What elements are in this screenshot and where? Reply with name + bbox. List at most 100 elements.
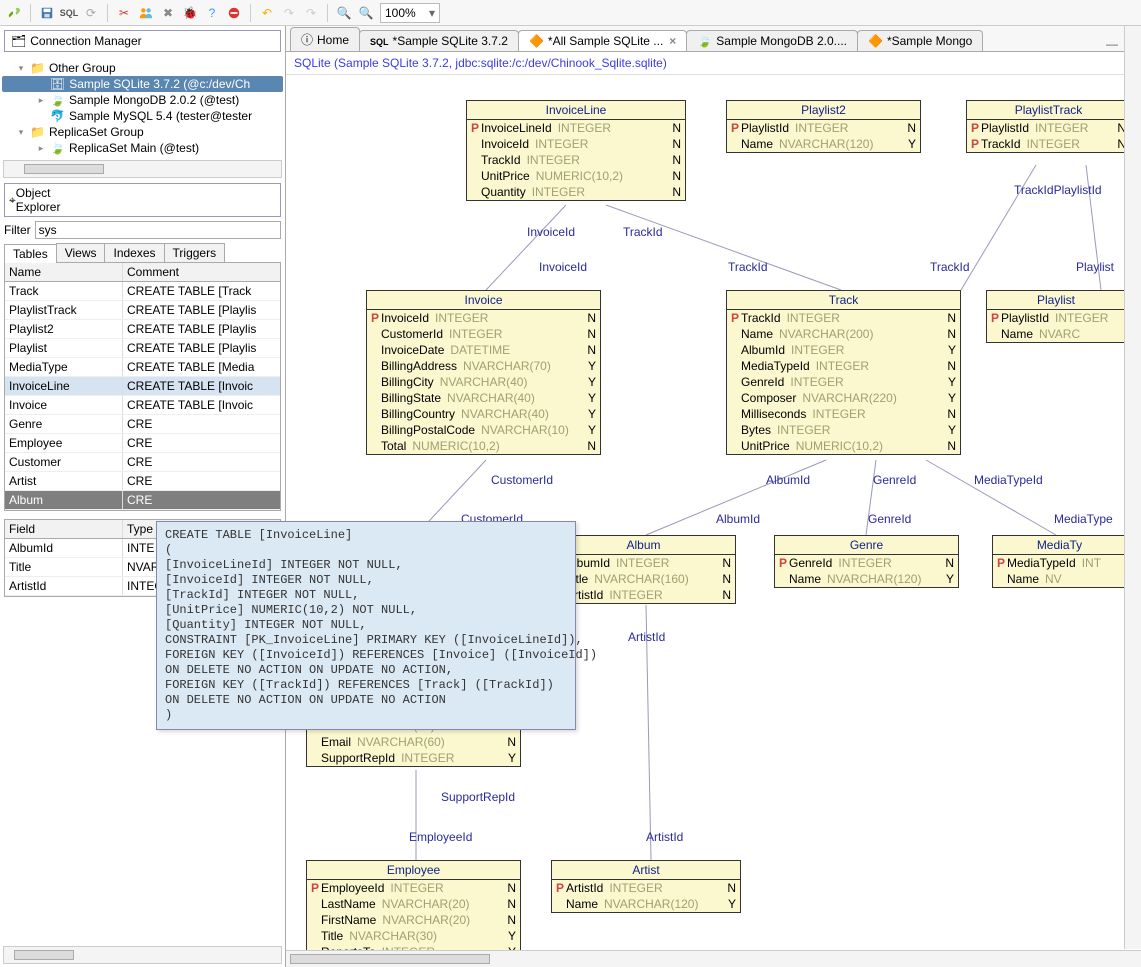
tree-item[interactable]: ▸🍃ReplicaSet Main (@test): [2, 140, 283, 156]
entity-title: Genre: [775, 536, 958, 555]
entity-invoiceline[interactable]: InvoiceLinePInvoiceLineIdINTEGERNInvoice…: [466, 100, 686, 201]
doctab[interactable]: 🍃Sample MongoDB 2.0....: [686, 30, 858, 51]
db-icon: 🐬: [50, 109, 65, 123]
relation-label: GenreId: [868, 512, 911, 526]
refresh-icon[interactable]: ⟳: [81, 3, 101, 23]
entity-column: PArtistIdINTEGERN: [552, 880, 740, 896]
tab-icon: 🔶: [868, 34, 883, 48]
entity-album[interactable]: AlbumPAlbumIdINTEGERNTitleNVARCHAR(160)N…: [551, 535, 736, 604]
relation-label: TrackId: [623, 225, 663, 239]
entity-column: TitleNVARCHAR(30)Y: [307, 928, 520, 944]
fields-hscroll[interactable]: [3, 946, 282, 964]
entity-title: Playlist2: [727, 101, 920, 120]
entity-playlist[interactable]: PlaylistPPlaylistIdINTEGERNameNVARC: [986, 290, 1126, 343]
entity-column: BillingCountryNVARCHAR(40)Y: [367, 406, 600, 422]
close-icon[interactable]: ×: [669, 34, 676, 48]
table-row[interactable]: InvoiceCREATE TABLE [Invoic: [5, 396, 280, 415]
redo-icon[interactable]: ↷: [279, 3, 299, 23]
tabs-minimize-icon[interactable]: —: [1103, 37, 1121, 51]
entity-column: PPlaylistIdINTEGERN: [967, 120, 1130, 136]
zoomin-icon[interactable]: 🔍: [356, 3, 376, 23]
table-row[interactable]: CustomerCRE: [5, 453, 280, 472]
help-icon[interactable]: ?: [202, 3, 222, 23]
db-icon: 🍃: [50, 141, 65, 155]
tab-views[interactable]: Views: [56, 243, 106, 262]
table-row[interactable]: AlbumCRE: [5, 491, 280, 510]
table-row[interactable]: GenreCRE: [5, 415, 280, 434]
tree-hscroll[interactable]: [3, 160, 282, 178]
table-row[interactable]: EmployeeCRE: [5, 434, 280, 453]
entity-column: TrackIdINTEGERN: [467, 152, 685, 168]
connection-tree[interactable]: ▾📁Other Group🗄Sample SQLite 3.7.2 (@c:/d…: [0, 56, 285, 156]
table-row[interactable]: PlaylistTrackCREATE TABLE [Playlis: [5, 301, 280, 320]
entity-column: ComposerNVARCHAR(220)Y: [727, 390, 960, 406]
connect-icon[interactable]: [4, 3, 24, 23]
relation-label: CustomerId: [491, 473, 553, 487]
table-row[interactable]: TrackCREATE TABLE [Track: [5, 282, 280, 301]
entity-column: PPlaylistIdINTEGER: [987, 310, 1125, 326]
table-row[interactable]: Playlist2CREATE TABLE [Playlis: [5, 320, 280, 339]
table-row[interactable]: MediaTypeCREATE TABLE [Media: [5, 358, 280, 377]
entity-column: UnitPriceNUMERIC(10,2)N: [727, 438, 960, 454]
cut-icon[interactable]: ✂: [114, 3, 134, 23]
entity-title: PlaylistTrack: [967, 101, 1130, 120]
entity-playlisttrack[interactable]: PlaylistTrackPPlaylistIdINTEGERNPTrackId…: [966, 100, 1131, 153]
tools-icon[interactable]: ✖: [158, 3, 178, 23]
diagram-vscroll[interactable]: [1124, 26, 1141, 949]
doctab[interactable]: 🔶*All Sample SQLite ...×: [518, 30, 687, 51]
tree-item[interactable]: ▸🍃Sample MongoDB 2.0.2 (@test): [2, 92, 283, 108]
object-explorer-search[interactable]: [80, 193, 276, 207]
entity-genre[interactable]: GenrePGenreIdINTEGERNNameNVARCHAR(120)Y: [774, 535, 959, 588]
bug-icon[interactable]: 🐞: [180, 3, 200, 23]
object-explorer-label: Object Explorer: [16, 186, 77, 214]
right-panel: ⓘHomeSQL*Sample SQLite 3.7.2🔶*All Sample…: [286, 26, 1141, 967]
entity-column: InvoiceIdINTEGERN: [467, 136, 685, 152]
entity-playlist2[interactable]: Playlist2PPlaylistIdINTEGERNNameNVARCHAR…: [726, 100, 921, 153]
doctab[interactable]: 🔶*Sample Mongo: [857, 30, 983, 51]
entity-title: Playlist: [987, 291, 1125, 310]
entity-employee[interactable]: EmployeePEmployeeIdINTEGERNLastNameNVARC…: [306, 860, 521, 961]
entity-column: PTrackIdINTEGERN: [967, 136, 1130, 152]
zoomout-icon[interactable]: 🔍: [334, 3, 354, 23]
entity-column: BillingAddressNVARCHAR(70)Y: [367, 358, 600, 374]
redo2-icon[interactable]: ↷: [301, 3, 321, 23]
entity-column: BytesINTEGERY: [727, 422, 960, 438]
users-icon[interactable]: [136, 3, 156, 23]
tab-icon: 🍃: [697, 34, 712, 48]
tree-item[interactable]: 🗄Sample SQLite 3.7.2 (@c:/dev/Ch: [2, 76, 283, 92]
undo-icon[interactable]: ↶: [257, 3, 277, 23]
filter-input[interactable]: [35, 221, 281, 239]
entity-track[interactable]: TrackPTrackIdINTEGERNNameNVARCHAR(200)NA…: [726, 290, 961, 455]
save-icon[interactable]: [37, 3, 57, 23]
tree-group[interactable]: ▾📁Other Group: [2, 60, 283, 76]
relation-label: SupportRepId: [441, 790, 515, 804]
doctab[interactable]: ⓘHome: [290, 27, 360, 51]
entity-column: ArtistIdINTEGERN: [552, 587, 735, 603]
tables-grid[interactable]: NameCommentTrackCREATE TABLE [TrackPlayl…: [4, 263, 281, 511]
sql-icon[interactable]: SQL: [59, 3, 79, 23]
tree-group[interactable]: ▾📁ReplicaSet Group: [2, 124, 283, 140]
tree-item[interactable]: 🐬Sample MySQL 5.4 (tester@tester: [2, 108, 283, 124]
table-row[interactable]: InvoiceLineCREATE TABLE [Invoic: [5, 377, 280, 396]
tab-triggers[interactable]: Triggers: [164, 243, 226, 262]
entity-column: MediaTypeIdINTEGERN: [727, 358, 960, 374]
entity-invoice[interactable]: InvoicePInvoiceIdINTEGERNCustomerIdINTEG…: [366, 290, 601, 455]
doctab[interactable]: SQL*Sample SQLite 3.7.2: [359, 30, 519, 51]
entity-mediatype[interactable]: MediaTyPMediaTypeIdINTNameNV: [992, 535, 1127, 588]
chevron-down-icon[interactable]: ▾: [429, 6, 435, 20]
zoom-input[interactable]: [385, 6, 425, 20]
entity-artist[interactable]: ArtistPArtistIdINTEGERNNameNVARCHAR(120)…: [551, 860, 741, 913]
main-toolbar: SQL ⟳ ✂ ✖ 🐞 ? ↶ ↷ ↷ 🔍 🔍 ▾: [0, 0, 1141, 26]
entity-column: NameNVARCHAR(120)Y: [727, 136, 920, 152]
db-icon: 🗄: [50, 77, 65, 91]
table-row[interactable]: PlaylistCREATE TABLE [Playlis: [5, 339, 280, 358]
filter-label: Filter: [4, 223, 31, 237]
entity-column: FirstNameNVARCHAR(20)N: [307, 912, 520, 928]
entity-column: NameNVARCHAR(120)Y: [552, 896, 740, 912]
zoom-select[interactable]: ▾: [380, 3, 440, 23]
tab-indexes[interactable]: Indexes: [104, 243, 164, 262]
table-row[interactable]: ArtistCRE: [5, 472, 280, 491]
tab-tables[interactable]: Tables: [4, 244, 57, 263]
diagram-hscroll[interactable]: [286, 950, 1141, 967]
stop-icon[interactable]: [224, 3, 244, 23]
